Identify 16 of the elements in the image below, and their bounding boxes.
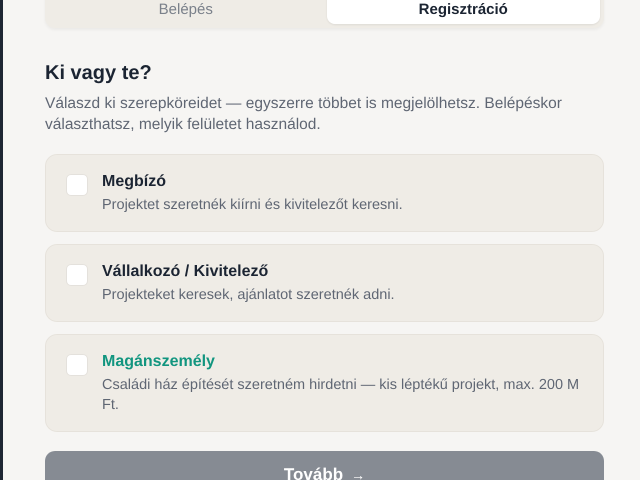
- role-title: Magánszemély: [102, 353, 216, 371]
- checkbox[interactable]: [66, 264, 88, 286]
- role-description: Családi ház építését szeretném hirdetni — kis léptékű projekt, max. 200 M Ft.: [102, 376, 580, 415]
- checkbox[interactable]: [66, 174, 88, 196]
- role-description: Projektet szeretnék kiírni és kivitelezőt keresni.: [102, 196, 403, 215]
- checkbox[interactable]: [66, 354, 88, 376]
- description: Válaszd ki szerepköreidet — egyszerre többet is megjelölhetsz. Belépéskor választhatsz, melyik felületet használod.: [45, 94, 563, 135]
- role-card[interactable]: Magánszemély Családi ház építését szeretném hirdetni — kis léptékű projekt, max. 200 M Ft.: [45, 334, 604, 432]
- role-title: Vállalkozó / Kivitelező: [102, 263, 270, 281]
- role-card[interactable]: Megbízó Projektet szeretnék kiírni és kivitelezőt keresni.: [45, 154, 604, 232]
- tab[interactable]: Regisztráció: [326, 0, 600, 24]
- arrow-icon: →: [351, 465, 366, 480]
- role-description: Projekteket keresek, ajánlatot szeretnék adni.: [102, 286, 395, 305]
- heading: Ki vagy te?: [45, 62, 153, 85]
- role-card[interactable]: Vállalkozó / Kivitelező Projekteket keresek, ajánlatot szeretnék adni.: [45, 244, 604, 322]
- role-title: Megbízó: [102, 173, 167, 191]
